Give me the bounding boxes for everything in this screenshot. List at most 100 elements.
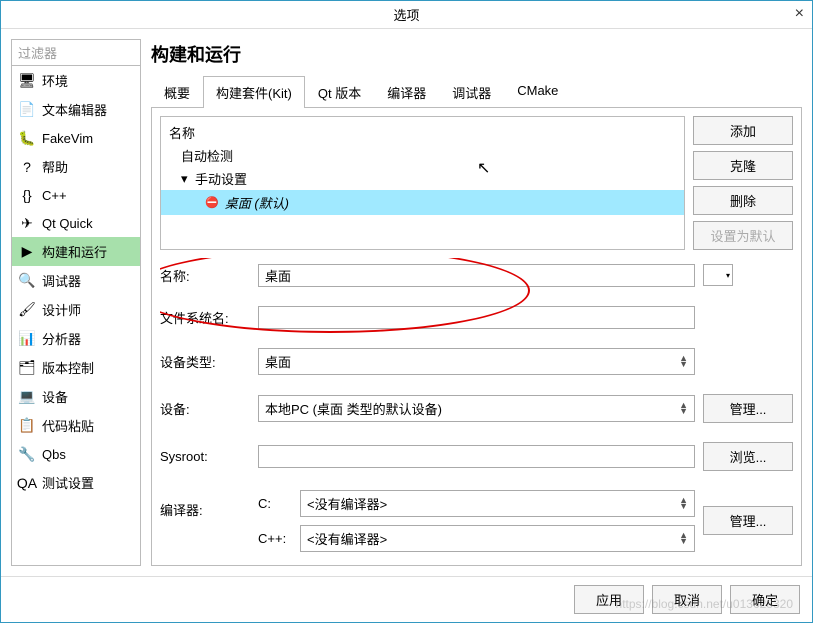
sidebar-item-label: 代码粘贴 (42, 416, 94, 435)
sidebar-item-label: C++ (42, 188, 67, 203)
sidebar-item-3[interactable]: ? 帮助 (12, 152, 140, 181)
compiler-block: C: <没有编译器> ▲▼ C++: <没有编译器> ▲▼ (258, 490, 695, 552)
footer: 应用 取消 确定 (1, 576, 812, 622)
sidebar-icon: ? (18, 158, 36, 176)
tab-0[interactable]: 概要 (151, 76, 203, 108)
setdefault-button[interactable]: 设置为默认 (693, 221, 793, 250)
content: 构建和运行 概要构建套件(Kit)Qt 版本编译器调试器CMake 名称 自动检… (151, 39, 802, 566)
clone-button[interactable]: 克隆 (693, 151, 793, 180)
compiler-manage-button[interactable]: 管理... (703, 506, 793, 535)
sidebar-item-5[interactable]: ✈ Qt Quick (12, 209, 140, 237)
sidebar-icon: 📄 (18, 101, 36, 119)
ok-button[interactable]: 确定 (730, 585, 800, 614)
cpp-compiler-select[interactable]: <没有编译器> ▲▼ (300, 525, 695, 552)
sidebar-item-label: 调试器 (42, 271, 81, 290)
kit-panel: 名称 自动检测 ▾ 手动设置 ⛔ 桌面 (默认) 添加 克隆 删除 设置为默认 (151, 108, 802, 566)
sidebar-icon: 🗂 (18, 359, 36, 377)
kit-list[interactable]: 名称 自动检测 ▾ 手动设置 ⛔ 桌面 (默认) (160, 116, 685, 250)
device-select[interactable]: 本地PC (桌面 类型的默认设备) ▲▼ (258, 395, 695, 422)
name-label: 名称: (160, 266, 250, 285)
kit-buttons: 添加 克隆 删除 设置为默认 (693, 116, 793, 250)
sidebar-item-0[interactable]: 🖥环境 (12, 66, 140, 95)
close-icon[interactable]: × (795, 5, 804, 23)
tab-1[interactable]: 构建套件(Kit) (203, 76, 305, 108)
sidebar-item-label: 版本控制 (42, 358, 94, 377)
main-area: 过滤器 🖥环境 📄 文本编辑器 🐛 FakeVim? 帮助 {} C++ ✈ Qt Quick ▶ 构… (1, 29, 812, 576)
tab-5[interactable]: CMake (504, 76, 571, 108)
c-compiler-select[interactable]: <没有编译器> ▲▼ (300, 490, 695, 517)
sidebar-item-9[interactable]: 📊分析器 (12, 324, 140, 353)
sidebar-icon: 📋 (18, 417, 36, 435)
compiler-label: 编译器: (160, 484, 250, 519)
sysroot-label: Sysroot: (160, 449, 250, 464)
name-input[interactable] (258, 264, 695, 287)
cancel-button[interactable]: 取消 (652, 585, 722, 614)
sidebar-item-label: Qt Quick (42, 216, 93, 231)
sidebar-icon: ✈ (18, 214, 36, 232)
sidebar-item-13[interactable]: 🔧 Qbs (12, 440, 140, 468)
chevron-updown-icon: ▲▼ (679, 402, 688, 414)
sidebar-item-4[interactable]: {} C++ (12, 181, 140, 209)
window-title: 选项 (393, 5, 419, 24)
sidebar-item-11[interactable]: 💻设备 (12, 382, 140, 411)
sidebar-item-label: 帮助 (42, 157, 68, 176)
sidebar-item-10[interactable]: 🗂 版本控制 (12, 353, 140, 382)
fsname-input[interactable] (258, 306, 695, 329)
kit-top-row: 名称 自动检测 ▾ 手动设置 ⛔ 桌面 (默认) 添加 克隆 删除 设置为默认 (160, 116, 793, 250)
sidebar-item-label: 设备 (42, 387, 68, 406)
chevron-updown-icon: ▲▼ (679, 497, 688, 509)
sidebar-item-6[interactable]: ▶ 构建和运行 (12, 237, 140, 266)
page-title: 构建和运行 (151, 39, 802, 75)
sidebar-icon: 🔧 (18, 445, 36, 463)
sidebar-item-label: 测试设置 (42, 473, 94, 492)
sidebar-icon: 🔍 (18, 272, 36, 290)
sysroot-browse-button[interactable]: 浏览... (703, 442, 793, 471)
sidebar-icon: {} (18, 186, 36, 204)
kit-form: 名称: ▾ 文件系统名: 设备类型: 桌面 ▲▼ 设备: 本地PC (桌面 类型… (160, 258, 793, 557)
sidebar-list: 🖥环境 📄 文本编辑器 🐛 FakeVim? 帮助 {} C++ ✈ Qt Quick ▶ 构建和运行… (12, 66, 140, 565)
tabs: 概要构建套件(Kit)Qt 版本编译器调试器CMake (151, 75, 802, 108)
warning-icon: ⛔ (205, 196, 219, 209)
cpp-label: C++: (258, 531, 294, 546)
filter-input[interactable]: 过滤器 (12, 40, 140, 66)
sidebar-item-label: Qbs (42, 447, 66, 462)
sidebar-icon: ▶ (18, 243, 36, 261)
sidebar-icon: 🖥 (18, 72, 36, 90)
device-manage-button[interactable]: 管理... (703, 394, 793, 423)
sidebar-item-14[interactable]: QA 测试设置 (12, 468, 140, 497)
sidebar-item-label: 构建和运行 (42, 242, 107, 261)
sidebar-icon: 🐛 (18, 129, 36, 147)
chevron-down-icon: ▾ (181, 171, 191, 187)
sidebar-item-12[interactable]: 📋 代码粘贴 (12, 411, 140, 440)
delete-button[interactable]: 删除 (693, 186, 793, 215)
sidebar-item-8[interactable]: 🖌 设计师 (12, 295, 140, 324)
device-label: 设备: (160, 399, 250, 418)
sidebar-item-2[interactable]: 🐛 FakeVim (12, 124, 140, 152)
sidebar-item-1[interactable]: 📄 文本编辑器 (12, 95, 140, 124)
sidebar-icon: 🖌 (18, 301, 36, 319)
tab-4[interactable]: 调试器 (439, 76, 504, 108)
sidebar-item-label: FakeVim (42, 131, 93, 146)
devtype-select[interactable]: 桌面 ▲▼ (258, 348, 695, 375)
icon-picker[interactable]: ▾ (703, 264, 733, 286)
add-button[interactable]: 添加 (693, 116, 793, 145)
sidebar-icon: 📊 (18, 330, 36, 348)
sidebar-icon: QA (18, 474, 36, 492)
kit-list-header: 名称 (161, 121, 684, 144)
tab-3[interactable]: 编译器 (374, 76, 439, 108)
kit-manual-label: 手动设置 (195, 169, 247, 188)
sidebar-item-7[interactable]: 🔍 调试器 (12, 266, 140, 295)
devtype-label: 设备类型: (160, 352, 250, 371)
apply-button[interactable]: 应用 (574, 585, 644, 614)
chevron-updown-icon: ▲▼ (679, 532, 688, 544)
sidebar-item-label: 设计师 (42, 300, 81, 319)
kit-item-label: 桌面 (默认) (225, 193, 289, 212)
kit-auto-group[interactable]: 自动检测 (161, 144, 684, 167)
tab-2[interactable]: Qt 版本 (305, 76, 374, 108)
c-label: C: (258, 496, 294, 511)
sidebar-item-label: 文本编辑器 (42, 100, 107, 119)
kit-manual-group[interactable]: ▾ 手动设置 (161, 167, 684, 190)
titlebar: 选项 × (1, 1, 812, 29)
sysroot-input[interactable] (258, 445, 695, 468)
kit-item-desktop[interactable]: ⛔ 桌面 (默认) (161, 190, 684, 215)
